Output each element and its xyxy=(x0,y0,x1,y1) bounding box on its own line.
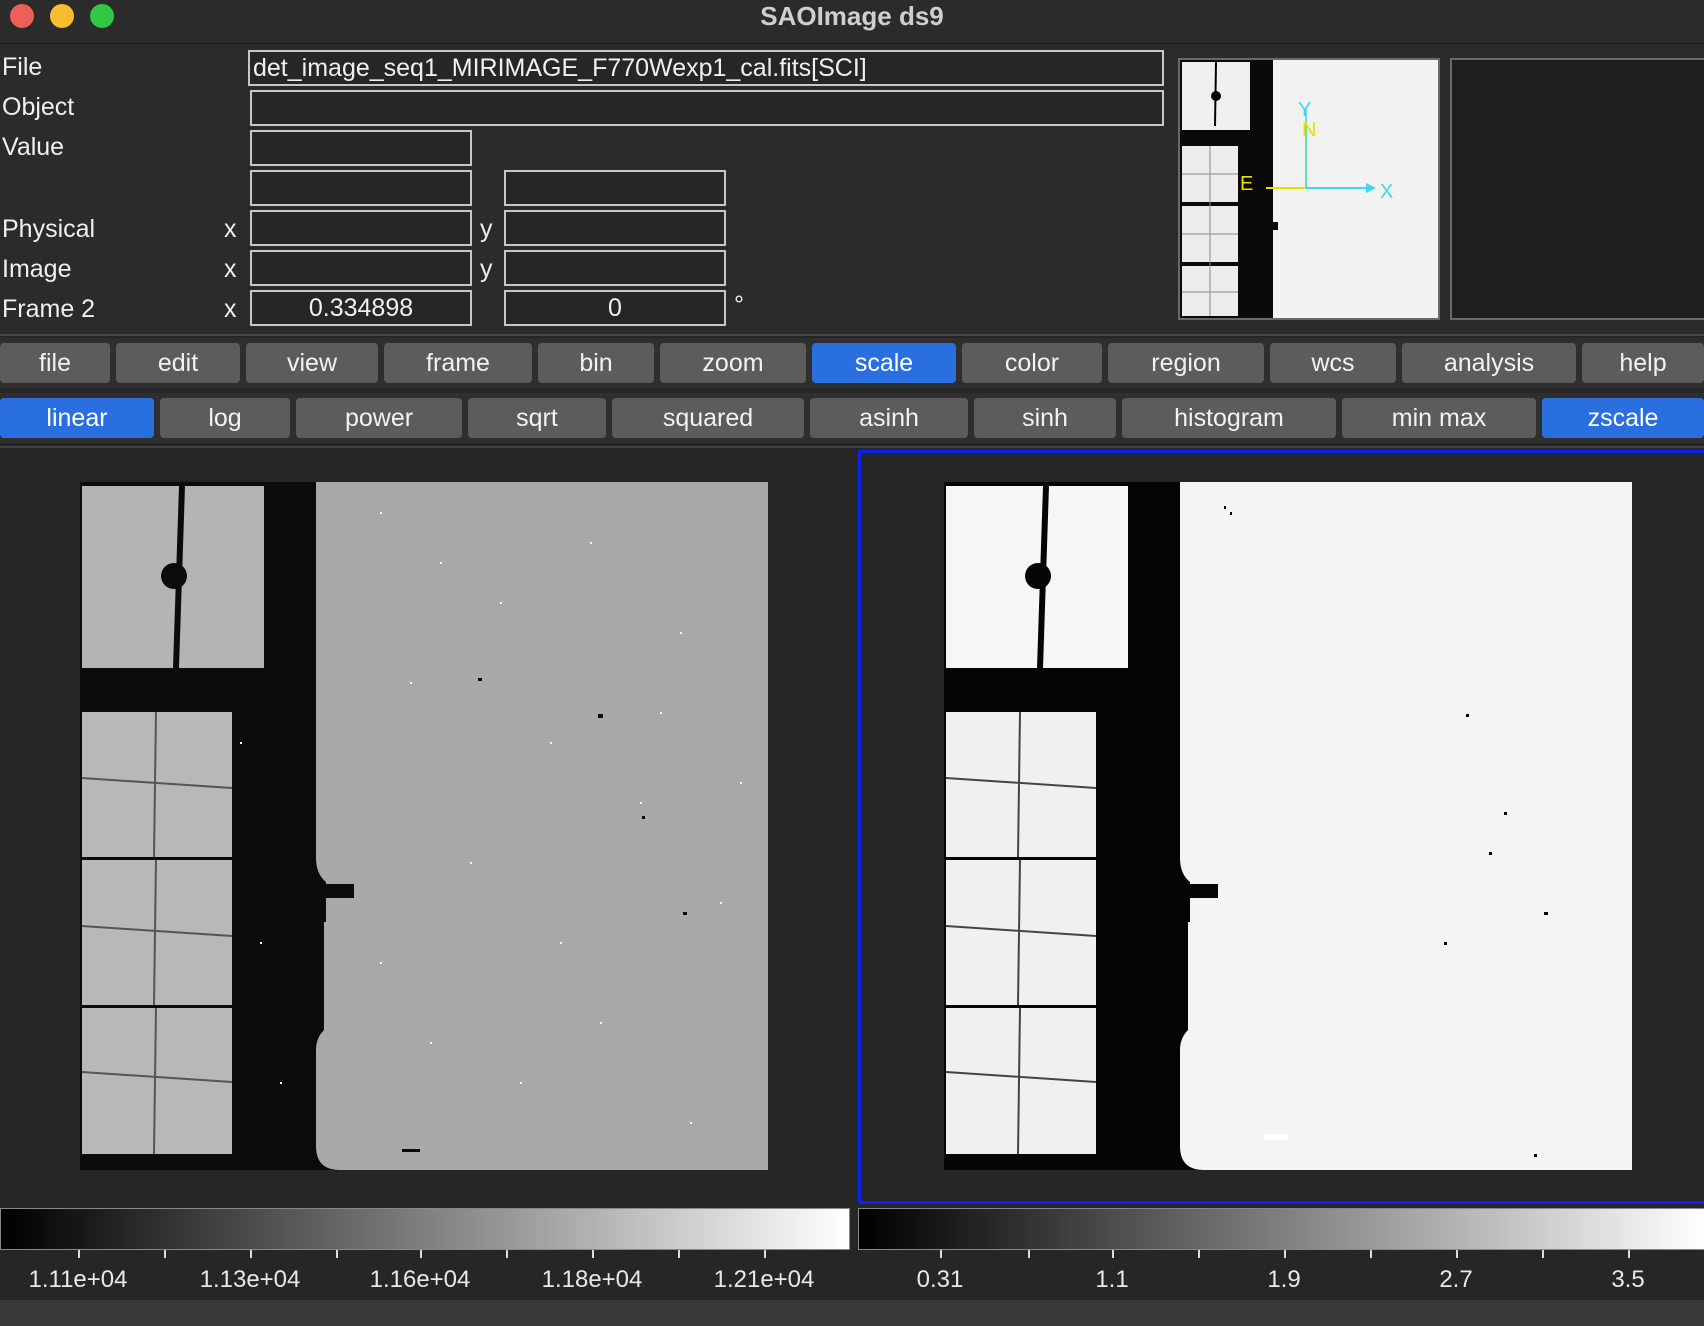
colorbar-frame-1-ticks: 1.11e+04 1.13e+04 1.16e+04 1.18e+04 1.21… xyxy=(0,1250,850,1298)
value-field[interactable] xyxy=(250,130,472,166)
colorbar-tick-label: 1.1 xyxy=(1095,1266,1129,1293)
colorbar-tick xyxy=(678,1250,680,1258)
colorbar-tick xyxy=(164,1250,166,1258)
frame-zoom-field[interactable]: 0.334898 xyxy=(250,290,472,326)
object-label: Object xyxy=(2,93,75,121)
colorbar-tick xyxy=(420,1250,422,1258)
panner-axis-y: Y xyxy=(1298,99,1311,121)
menu-region-button[interactable]: region xyxy=(1108,343,1264,383)
image-y-label: y xyxy=(480,255,493,283)
colorbar-tick-label: 1.13e+04 xyxy=(199,1266,301,1293)
value-label: Value xyxy=(2,133,65,161)
image-x-label: x xyxy=(224,255,237,283)
colorbar-tick xyxy=(1028,1250,1030,1258)
menu-scale-button[interactable]: scale xyxy=(812,343,956,383)
menu-frame-button[interactable]: frame xyxy=(384,343,532,383)
scale-power-button[interactable]: power xyxy=(296,398,462,438)
physical-y-field[interactable] xyxy=(504,210,726,246)
colorbar-tick xyxy=(506,1250,508,1258)
divider xyxy=(0,334,1704,336)
colorbar-tick xyxy=(764,1250,766,1258)
colorbar-tick-label: 1.11e+04 xyxy=(28,1266,128,1293)
menu-color-button[interactable]: color xyxy=(962,343,1102,383)
scale-sqrt-button[interactable]: sqrt xyxy=(468,398,606,438)
colorbar-tick xyxy=(1542,1250,1544,1258)
menu-zoom-button[interactable]: zoom xyxy=(660,343,806,383)
scale-minmax-button[interactable]: min max xyxy=(1342,398,1536,438)
colorbar-tick-label: 1.9 xyxy=(1267,1266,1301,1293)
frame-angle-field[interactable]: 0 xyxy=(504,290,726,326)
window-bottom-edge xyxy=(0,1300,1704,1326)
window-title: SAOImage ds9 xyxy=(760,1,944,31)
scale-sinh-button[interactable]: sinh xyxy=(974,398,1116,438)
menu-button-bar: file edit view frame bin zoom scale colo… xyxy=(0,338,1704,388)
scale-zscale-button[interactable]: zscale xyxy=(1542,398,1704,438)
colorbar-tick-label: 0.31 xyxy=(916,1266,964,1293)
menu-bin-button[interactable]: bin xyxy=(538,343,654,383)
colorbar-tick xyxy=(336,1250,338,1258)
magnifier xyxy=(1450,58,1704,320)
frame-1-image[interactable] xyxy=(80,482,768,1170)
scale-log-button[interactable]: log xyxy=(160,398,290,438)
colorbar-tick-label: 2.7 xyxy=(1439,1266,1473,1293)
menu-help-button[interactable]: help xyxy=(1582,343,1704,383)
panner-thumbnail: Y N E X xyxy=(1180,60,1438,318)
colorbar-tick xyxy=(250,1250,252,1258)
colorbar-tick xyxy=(1112,1250,1114,1258)
colorbar-tick xyxy=(592,1250,594,1258)
image-display[interactable] xyxy=(0,448,1704,1208)
degree-symbol: ° xyxy=(734,291,744,319)
scale-linear-button[interactable]: linear xyxy=(0,398,154,438)
panner-axis-x: X xyxy=(1380,181,1393,203)
frame-2-image[interactable] xyxy=(944,482,1632,1170)
frame-x-label: x xyxy=(224,295,237,323)
image-label: Image xyxy=(2,255,72,283)
image-y-field[interactable] xyxy=(504,250,726,286)
scale-histogram-button[interactable]: histogram xyxy=(1122,398,1336,438)
wcs-y-field[interactable] xyxy=(504,170,726,206)
colorbar-tick-label: 3.5 xyxy=(1611,1266,1645,1293)
physical-label: Physical xyxy=(2,215,96,243)
menu-edit-button[interactable]: edit xyxy=(116,343,240,383)
colorbar-tick xyxy=(940,1250,942,1258)
file-field[interactable]: det_image_seq1_MIRIMAGE_F770Wexp1_cal.fi… xyxy=(248,50,1164,86)
scale-squared-button[interactable]: squared xyxy=(612,398,804,438)
title-bar: SAOImage ds9 xyxy=(0,0,1704,44)
menu-wcs-button[interactable]: wcs xyxy=(1270,343,1396,383)
menu-file-button[interactable]: file xyxy=(0,343,110,383)
menu-view-button[interactable]: view xyxy=(246,343,378,383)
colorbar-tick xyxy=(1198,1250,1200,1258)
colorbar-tick xyxy=(1456,1250,1458,1258)
panner-compass-n: N xyxy=(1302,119,1316,141)
panner[interactable]: Y N E X xyxy=(1178,58,1440,320)
physical-x-field[interactable] xyxy=(250,210,472,246)
physical-y-label: y xyxy=(480,215,493,243)
colorbar-tick-label: 1.18e+04 xyxy=(541,1266,643,1293)
panner-compass-e: E xyxy=(1240,173,1253,195)
scale-button-bar: linear log power sqrt squared asinh sinh… xyxy=(0,393,1704,443)
colorbar-frame-2 xyxy=(858,1208,1704,1250)
colorbar-tick-label: 1.16e+04 xyxy=(369,1266,471,1293)
wcs-x-field[interactable] xyxy=(250,170,472,206)
colorbar-frame-1 xyxy=(0,1208,850,1250)
physical-x-label: x xyxy=(224,215,237,243)
file-label: File xyxy=(2,53,43,81)
colorbar-tick xyxy=(1628,1250,1630,1258)
image-x-field[interactable] xyxy=(250,250,472,286)
colorbar-tick-label: 1.21e+04 xyxy=(713,1266,815,1293)
scale-asinh-button[interactable]: asinh xyxy=(810,398,968,438)
colorbar-tick xyxy=(1370,1250,1372,1258)
frame-label: Frame 2 xyxy=(2,295,96,323)
colorbar-tick xyxy=(1284,1250,1286,1258)
colorbar-tick xyxy=(78,1250,80,1258)
colorbar-frame-2-ticks: 0.31 1.1 1.9 2.7 3.5 xyxy=(858,1250,1704,1298)
menu-analysis-button[interactable]: analysis xyxy=(1402,343,1576,383)
object-field[interactable] xyxy=(250,90,1164,126)
